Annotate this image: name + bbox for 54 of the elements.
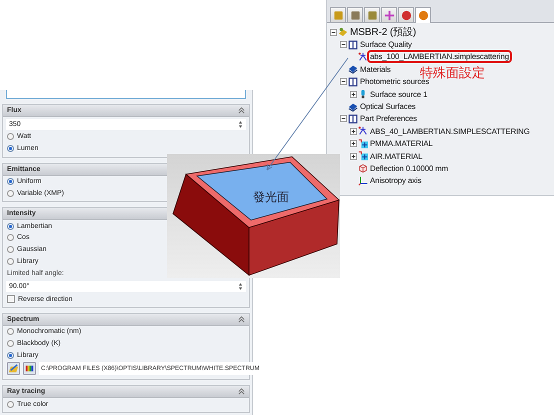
configurations-tab-icon [366,10,378,20]
material-icon [358,138,368,149]
properties-tab-icon [350,10,360,20]
radio-button[interactable] [7,190,14,197]
expand-toggle-icon[interactable] [340,78,347,86]
stack-icon [348,102,358,112]
expand-toggle-icon[interactable] [340,41,347,48]
checkbox[interactable] [7,295,15,304]
radio-button[interactable] [7,352,14,359]
folder-icon[interactable] [7,362,20,376]
radio-button[interactable] [7,400,14,408]
deflection-icon [358,163,368,174]
expand-toggle-icon[interactable] [340,115,347,122]
radio-button[interactable] [7,222,14,230]
part-icon [338,27,348,38]
scattering-icon [358,126,368,136]
expand-toggle-icon[interactable] [330,28,337,36]
radio-button[interactable] [7,258,14,265]
surface-label: 發光面 [253,189,289,206]
material-icon [358,151,368,162]
expand-toggle-icon[interactable] [350,90,357,98]
book-icon [348,40,358,50]
tree-item[interactable]: MSBR-2 (預設) [349,25,418,40]
panel-tab[interactable] [398,7,414,22]
radio-button[interactable] [7,133,14,140]
spectrum-icon[interactable] [23,362,36,376]
features-tab-icon [332,10,344,20]
radio-button[interactable] [7,178,14,185]
axis-icon [358,176,368,186]
display-tab-icon [400,10,412,20]
radio-button[interactable] [7,145,14,152]
panel-tab[interactable] [415,7,431,23]
spinner-icon[interactable] [238,120,243,129]
radio-button[interactable] [7,234,14,242]
book-icon [348,76,358,87]
scattering-icon [358,52,368,62]
panel-tab[interactable] [330,7,346,22]
panel-tab[interactable] [364,7,380,22]
optics-tab-icon [418,10,428,21]
spinner-icon[interactable] [238,282,243,292]
expand-toggle-icon[interactable] [350,152,357,160]
collapse-icon[interactable] [238,107,245,114]
radio-button[interactable] [7,246,14,254]
collapse-icon[interactable] [238,388,245,396]
panel-tab[interactable] [347,7,363,22]
panel-tab[interactable] [381,7,397,22]
expand-toggle-icon[interactable] [350,140,357,148]
stack-icon [348,64,358,74]
collapse-icon[interactable] [238,316,245,323]
book-icon [348,114,358,124]
dimensions-tab-icon [384,10,394,20]
expand-toggle-icon[interactable] [350,128,357,135]
radio-button[interactable] [7,328,14,336]
radio-button[interactable] [7,340,14,348]
